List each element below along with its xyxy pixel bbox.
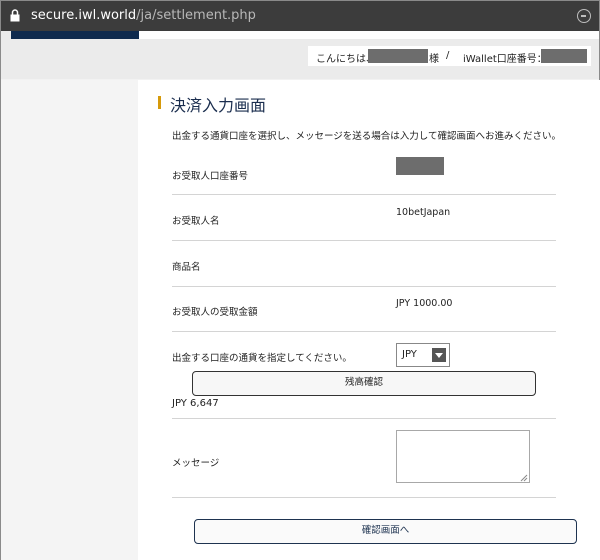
url-path: /ja/settlement.php	[136, 8, 256, 23]
redacted-username	[368, 49, 428, 63]
currency-label: 出金する口座の通貨を指定してください。	[172, 353, 352, 364]
honorific-text: 様	[429, 54, 439, 65]
header-logo-bar	[11, 31, 139, 39]
row-divider	[172, 286, 556, 287]
row-divider	[172, 240, 556, 241]
row-divider	[172, 418, 556, 419]
recipient-name-value: 10betJapan	[396, 207, 451, 218]
balance-check-button[interactable]: 残高確認	[192, 371, 536, 396]
left-gutter	[1, 80, 138, 560]
url-text[interactable]: secure.iwl.world/ja/settlement.php	[31, 8, 256, 23]
recipient-account-label: お受取人口座番号	[172, 171, 249, 182]
greeting-text: こんにちは、	[316, 54, 376, 65]
url-host: secure.iwl.world	[31, 8, 137, 23]
main-content	[138, 80, 600, 560]
page-instructions: 出金する通貨口座を選択し、メッセージを送る場合は入力して確認画面へお進みください…	[172, 131, 562, 142]
currency-selected-value: JPY	[402, 349, 417, 360]
user-greeting: こんにちは、 様 / iWallet口座番号：	[308, 46, 591, 66]
site-header: こんにちは、 様 / iWallet口座番号：	[1, 31, 599, 79]
browser-address-bar[interactable]: secure.iwl.world/ja/settlement.php	[1, 1, 599, 31]
recipient-name-label: お受取人名	[172, 216, 220, 227]
message-textarea[interactable]	[396, 430, 530, 483]
page-title: 決済入力画面	[170, 96, 267, 115]
separator-text: /	[446, 50, 450, 61]
lock-icon	[10, 9, 20, 22]
title-accent-mark	[158, 96, 161, 109]
message-label: メッセージ	[172, 458, 220, 469]
row-divider	[172, 194, 556, 195]
zoom-out-icon[interactable]	[577, 9, 591, 23]
chevron-down-icon[interactable]	[432, 348, 446, 362]
row-divider	[172, 497, 556, 498]
recipient-amount-label: お受取人の受取金額	[172, 307, 258, 318]
confirm-button[interactable]: 確認画面へ	[194, 519, 577, 544]
header-strip	[139, 31, 599, 39]
balance-value: JPY 6,647	[172, 398, 219, 409]
account-number-label: iWallet口座番号：	[463, 54, 547, 65]
recipient-amount-value: JPY 1000.00	[396, 298, 453, 309]
redacted-account-number	[541, 49, 587, 63]
currency-select[interactable]: JPY	[396, 343, 450, 367]
row-divider	[172, 331, 556, 332]
redacted-recipient-account	[396, 157, 444, 175]
product-name-label: 商品名	[172, 262, 201, 273]
resize-grip-icon[interactable]	[520, 474, 528, 482]
